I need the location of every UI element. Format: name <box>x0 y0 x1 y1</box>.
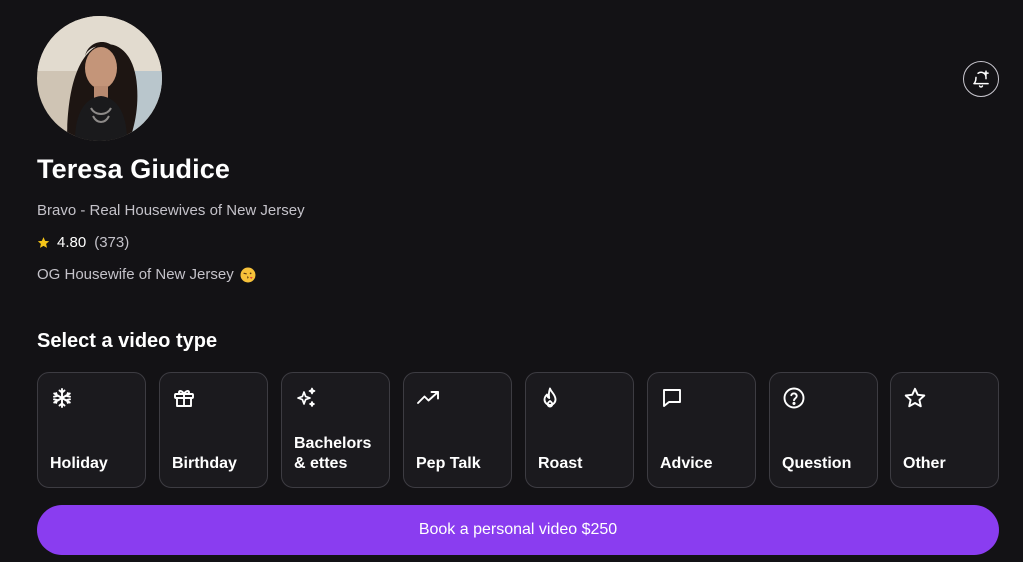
gift-icon <box>174 390 194 407</box>
snowflake-icon <box>53 388 71 408</box>
star-icon <box>37 236 50 249</box>
rating-row[interactable]: 4.80 (373) <box>37 234 129 251</box>
bio-text: OG Housewife of New Jersey <box>37 266 234 283</box>
bell-plus-icon <box>973 70 989 88</box>
video-type-advice[interactable]: Advice <box>647 372 756 488</box>
video-type-question[interactable]: Question <box>769 372 878 488</box>
video-type-label: Birthday <box>172 455 237 472</box>
help-circle-icon <box>783 387 805 409</box>
star-outline-icon <box>904 387 926 408</box>
flame-icon <box>543 387 557 408</box>
sparkles-icon <box>297 387 316 407</box>
profile-name: Teresa Giudice <box>37 154 230 184</box>
video-type-label: Advice <box>660 455 713 472</box>
video-type-heading: Select a video type <box>37 330 218 352</box>
review-count: (373) <box>94 234 130 251</box>
video-type-holiday[interactable]: Holiday <box>37 372 146 488</box>
video-type-label: Holiday <box>50 455 108 472</box>
face-blowing-kiss-icon <box>240 267 256 283</box>
profile-subtitle[interactable]: Bravo - Real Housewives of New Jersey <box>37 202 305 219</box>
trending-up-icon <box>417 391 439 404</box>
avatar <box>37 16 162 141</box>
video-type-label: Pep Talk <box>416 455 481 472</box>
video-type-roast[interactable]: Roast <box>525 372 634 488</box>
video-type-label: Other <box>903 455 946 472</box>
video-type-label: Question <box>782 455 852 472</box>
video-type-birthday[interactable]: Birthday <box>159 372 268 488</box>
book-video-button[interactable]: Book a personal video $250 <box>37 505 999 555</box>
video-type-label: Bachelors & ettes <box>294 435 372 472</box>
profile-bio: OG Housewife of New Jersey <box>37 266 256 283</box>
profile-page: Teresa Giudice Bravo - Real Housewives o… <box>0 0 1023 562</box>
notify-button[interactable] <box>963 61 999 97</box>
video-type-label: Roast <box>538 455 583 472</box>
message-square-icon <box>663 389 681 407</box>
video-type-pep-talk[interactable]: Pep Talk <box>403 372 512 488</box>
rating-value: 4.80 <box>57 234 87 251</box>
video-type-bachelors[interactable]: Bachelors & ettes <box>281 372 390 488</box>
video-type-other[interactable]: Other <box>890 372 999 488</box>
